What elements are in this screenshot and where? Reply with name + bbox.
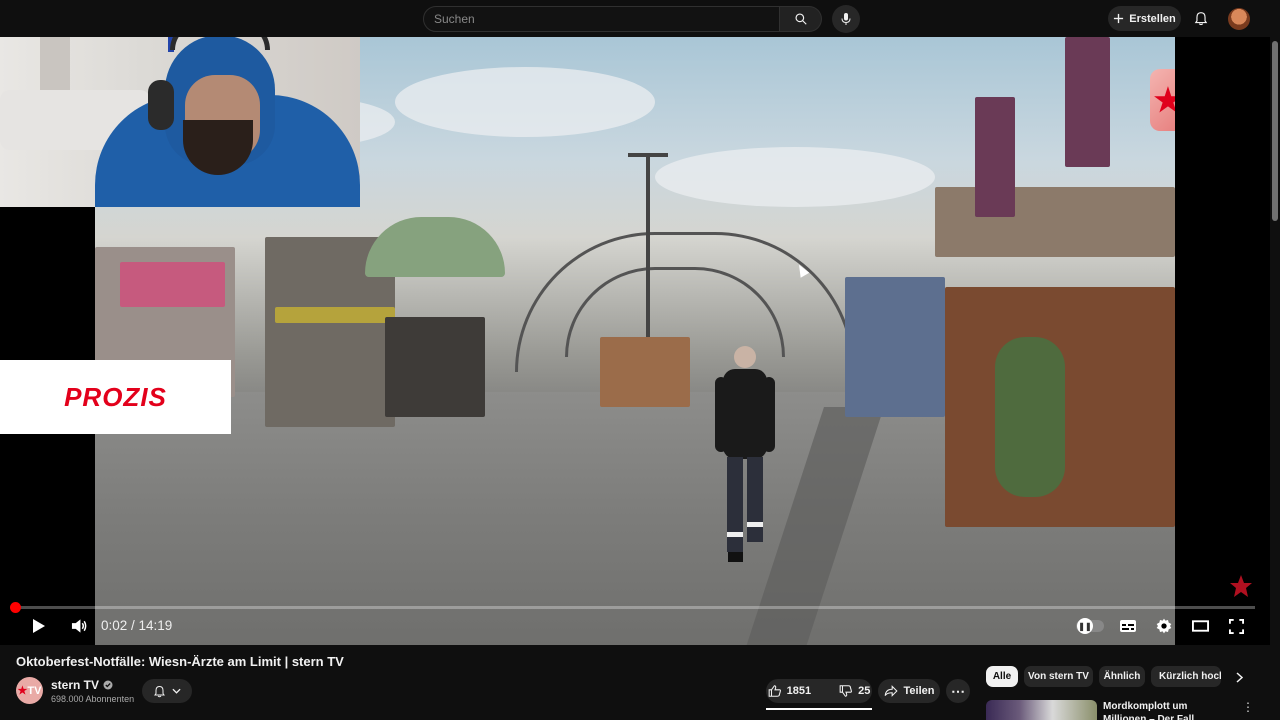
page-scrollbar[interactable]: [1270, 37, 1280, 720]
chip-recently-uploaded[interactable]: Kürzlich hoch: [1151, 666, 1221, 687]
notifications-button[interactable]: [1190, 7, 1212, 29]
scrollbar-thumb[interactable]: [1272, 41, 1278, 221]
channel-avatar-text: TV: [27, 684, 42, 697]
fullscreen-button[interactable]: [1225, 615, 1247, 637]
booth: [385, 317, 485, 417]
chip-related[interactable]: Ähnlich: [1099, 666, 1145, 687]
progress-bar[interactable]: [15, 606, 1255, 609]
settings-icon: [1156, 618, 1172, 634]
search-box[interactable]: [423, 6, 780, 32]
create-button[interactable]: Erstellen: [1108, 6, 1181, 31]
chip-label: Ähnlich: [1103, 671, 1141, 682]
plus-icon: [1114, 13, 1124, 24]
recommendation-thumbnail[interactable]: [986, 700, 1097, 720]
chip-all[interactable]: Alle: [986, 666, 1018, 687]
door: [40, 37, 70, 90]
create-label: Erstellen: [1129, 12, 1176, 25]
autoplay-toggle[interactable]: ❚❚: [1076, 618, 1104, 634]
settings-button[interactable]: [1153, 615, 1175, 637]
plant: [995, 337, 1065, 497]
search-input[interactable]: [424, 7, 779, 31]
more-actions-button[interactable]: ⋯: [946, 679, 970, 703]
pause-icon: ❚❚: [1077, 618, 1093, 634]
voice-search-button[interactable]: [832, 5, 860, 33]
like-underline: [766, 708, 872, 710]
subscription-notification-button[interactable]: [142, 679, 192, 703]
street-lamp-head: [628, 153, 668, 157]
top-bar: Erstellen: [0, 0, 1280, 37]
stern-watermark-icon: [1230, 575, 1252, 597]
share-label: Teilen: [903, 685, 935, 697]
channel-avatar[interactable]: ★ TV: [16, 677, 43, 704]
account-avatar[interactable]: [1228, 8, 1250, 30]
share-button[interactable]: Teilen: [878, 679, 940, 703]
video-player[interactable]: ★ TV PROZIS 0:02 / 1: [0, 37, 1270, 645]
theater-mode-button[interactable]: [1189, 615, 1211, 637]
walking-person: [715, 346, 775, 562]
dislike-count: 25: [858, 685, 871, 697]
search-icon: [794, 13, 807, 25]
time-display: 0:02 / 14:19: [101, 618, 173, 633]
ad-text: PROZIS: [64, 381, 167, 412]
star-icon: ★: [17, 685, 28, 697]
like-button[interactable]: 1851: [760, 679, 819, 703]
cloud: [395, 67, 655, 137]
chevron-right-icon: [1235, 671, 1243, 683]
chips-next-button[interactable]: [1231, 668, 1247, 686]
channel-name[interactable]: stern TV: [51, 678, 99, 692]
booth-roof: [935, 187, 1175, 257]
chip-label: Alle: [992, 671, 1012, 682]
play-icon: [33, 619, 45, 633]
theater-icon: [1191, 620, 1209, 632]
headphone-band: [170, 37, 270, 50]
banner: [975, 97, 1015, 217]
ad-banner[interactable]: PROZIS: [0, 360, 231, 434]
bell-icon: [1194, 11, 1208, 25]
mic-icon: [841, 13, 851, 25]
carousel: [365, 217, 505, 277]
thumbs-down-icon: [839, 685, 853, 697]
cloud: [655, 147, 935, 207]
volume-icon: [71, 619, 86, 633]
share-icon: [884, 685, 898, 697]
chip-label: Kürzlich hoch: [1159, 671, 1221, 682]
booth: [600, 337, 690, 407]
bell-icon: [154, 685, 165, 697]
stern-tv-logo: ★ TV: [1150, 69, 1175, 131]
like-count: 1851: [786, 685, 812, 697]
recommendation-title[interactable]: Mordkomplott um Millionen – Der Fall Chr…: [1103, 700, 1231, 720]
channel-name-row[interactable]: stern TV: [51, 678, 113, 692]
webcam-overlay: [0, 37, 360, 207]
chevron-down-icon: [172, 688, 181, 694]
subscriber-count: 698.000 Abonnenten: [51, 694, 135, 704]
star-icon: ★: [1153, 82, 1175, 118]
chip-label: Von stern TV: [1028, 671, 1089, 682]
progress-scrubber[interactable]: [10, 602, 21, 613]
fullscreen-icon: [1228, 618, 1244, 634]
video-title: Oktoberfest-Notfälle: Wiesn-Ärzte am Lim…: [16, 654, 344, 669]
search-button[interactable]: [780, 6, 822, 32]
subtitles-icon: [1120, 620, 1136, 632]
booth-roof: [275, 307, 395, 323]
dislike-button[interactable]: 25: [831, 679, 878, 703]
subtitles-button[interactable]: [1117, 615, 1139, 637]
play-button[interactable]: [28, 615, 50, 637]
more-icon: ⋯: [951, 682, 965, 699]
like-dislike-group: 1851 25: [766, 679, 872, 703]
booth: [845, 277, 945, 417]
booth-sign: [120, 262, 225, 307]
verified-icon: [103, 680, 113, 690]
banner: [1065, 37, 1110, 167]
recommendation-more-icon[interactable]: ⋮: [1242, 700, 1254, 716]
chip-from-channel[interactable]: Von stern TV: [1024, 666, 1093, 687]
volume-button[interactable]: [68, 615, 90, 637]
thumbs-up-icon: [768, 685, 781, 697]
headphone: [148, 80, 174, 130]
